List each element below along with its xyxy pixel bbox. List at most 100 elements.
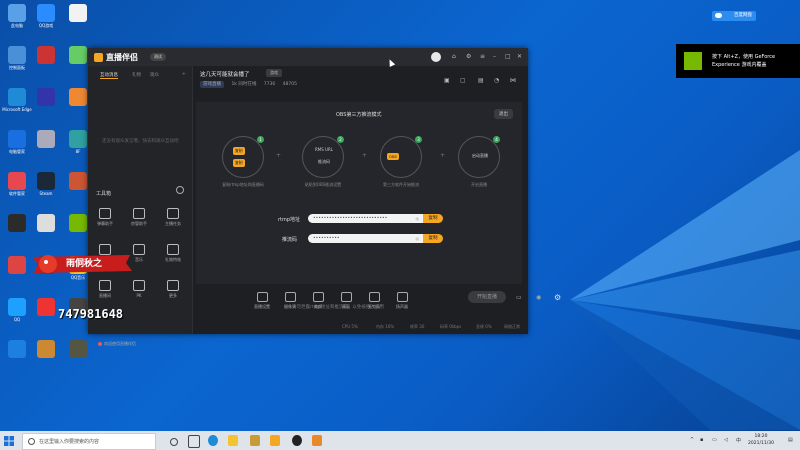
desktop-icon[interactable]: QQ游戏	[31, 4, 61, 28]
volume-icon[interactable]: ◁	[724, 437, 728, 443]
desktop-icon[interactable]	[2, 256, 32, 275]
ime-icon[interactable]: 中	[736, 437, 741, 444]
clock[interactable]: 18:20 2021/11/30	[748, 433, 774, 447]
nvidia-line-2: Experience 游戏内覆盖	[712, 62, 767, 68]
toolbar-item[interactable]: 麦克风	[360, 292, 388, 310]
doc-icon[interactable]: ▤	[478, 77, 484, 84]
settings-icon[interactable]: ⚙	[466, 53, 471, 60]
tray-app-icon[interactable]: ▪	[700, 437, 703, 443]
toolbox-item[interactable]: 礼物特效	[158, 244, 188, 263]
status-bitrate: 码率 0kbps	[440, 324, 462, 329]
app-pinned-icon[interactable]	[312, 435, 322, 446]
tool-label: 弹幕助手	[97, 221, 113, 226]
bell-icon[interactable]: ◔	[494, 77, 499, 84]
toolbar-item[interactable]: 摄像头	[276, 292, 304, 310]
gear-icon[interactable]: ⚙	[554, 293, 561, 302]
toolbar-item[interactable]: 扬声器	[388, 292, 416, 310]
toolbox-item[interactable]: 更多	[158, 280, 188, 299]
toolbox-item[interactable]: 房管助手	[124, 208, 154, 227]
desktop-icon[interactable]	[31, 340, 61, 359]
tab-audience[interactable]: 观众	[150, 72, 159, 78]
tool-icon	[133, 280, 145, 291]
toolbar-icon	[396, 292, 408, 302]
share-icon[interactable]: ⋈	[510, 77, 516, 84]
desktop-icon-label: 电脑管家	[9, 149, 25, 154]
close-icon[interactable]: ✕	[517, 53, 522, 60]
windows-start-icon[interactable]	[4, 436, 14, 446]
tab-gifts[interactable]: 礼物	[132, 72, 141, 78]
toolbar-label: 扬声器	[396, 304, 408, 309]
collapse-icon[interactable]	[176, 186, 184, 194]
tab-chat[interactable]: 互动消息	[100, 72, 118, 79]
menu-icon[interactable]: ≡	[480, 53, 485, 60]
rtmp-field[interactable]: •••••••••••••••••••••••••••• ◎	[308, 214, 423, 223]
desktop-icon[interactable]: 此电脑	[2, 4, 32, 28]
plus-icon: +	[276, 152, 282, 159]
desktop-icon[interactable]	[31, 130, 61, 149]
category-badge[interactable]: 游戏直播	[200, 81, 224, 88]
app-logo: 直播伴侣	[94, 52, 138, 63]
notification-icon[interactable]: ▤	[788, 437, 793, 443]
app-icon	[69, 46, 87, 64]
eye-icon[interactable]: ◉	[536, 294, 541, 301]
room-tag[interactable]: 游戏	[266, 69, 282, 77]
chat-empty-hint: 还没有观众发言哦，快去和观众互动吧	[102, 139, 179, 144]
maximize-icon[interactable]: □	[505, 53, 511, 60]
toolbox-item[interactable]: 弹幕助手	[90, 208, 120, 227]
taskbar-search[interactable]: 在这里输入你要搜索的内容	[22, 433, 156, 450]
desktop-icon[interactable]	[63, 340, 93, 359]
toolbox-item[interactable]: PK	[124, 280, 154, 298]
desktop-icon[interactable]	[63, 4, 93, 23]
desktop-icon[interactable]: QQ	[2, 298, 32, 322]
start-live-button[interactable]: 开始直播	[468, 291, 506, 303]
desktop-icon[interactable]: 软件管家	[2, 172, 32, 196]
app-pinned-icon[interactable]	[292, 435, 302, 446]
desktop-icon[interactable]	[31, 88, 61, 107]
toolbar-item[interactable]: 画面	[332, 292, 360, 310]
desktop-icon-label: Steam	[39, 191, 53, 196]
rtmp-label: rtmp地址	[278, 217, 301, 223]
eye-icon[interactable]: ◎	[416, 214, 420, 223]
add-icon[interactable]: +	[182, 72, 186, 77]
edge-icon[interactable]	[208, 435, 218, 446]
app-icon	[69, 340, 87, 358]
app-pinned-icon[interactable]	[250, 435, 260, 446]
desktop-icon[interactable]	[31, 214, 61, 233]
toolbar-item[interactable]: 直播设置	[248, 292, 276, 310]
minimize-icon[interactable]: –	[493, 53, 496, 60]
eye-icon[interactable]: ◎	[416, 234, 420, 243]
desktop-icon[interactable]	[31, 298, 61, 317]
streaming-app-icon[interactable]	[270, 435, 280, 446]
desktop-icon[interactable]: Steam	[31, 172, 61, 196]
desktop-icon[interactable]	[2, 340, 32, 359]
desktop-icon[interactable]	[2, 214, 32, 233]
gift-icon[interactable]: ▣	[444, 77, 450, 84]
tray-chevron-icon[interactable]: ^	[690, 437, 694, 443]
stream-code-field[interactable]: •••••••••• ◎	[308, 234, 423, 243]
toolbar-item[interactable]: 美颜	[304, 292, 332, 310]
desktop-icon[interactable]: Microsoft Edge	[2, 88, 32, 112]
desktop-icon[interactable]	[31, 46, 61, 65]
avatar[interactable]	[431, 52, 441, 62]
toolbox-item[interactable]: 主播任务	[158, 208, 188, 227]
step-number: 4	[493, 136, 500, 143]
desktop-icon[interactable]: 电脑管家	[2, 130, 32, 154]
step-text: RMS URL	[315, 147, 333, 152]
shirt-icon[interactable]: ⌂	[452, 53, 456, 60]
copy-code-button[interactable]: 复制	[423, 234, 443, 243]
toolbox-item[interactable]: 直播间	[90, 280, 120, 299]
step-text: 启动直播	[472, 153, 488, 158]
desktop-icon[interactable]: 控制面板	[2, 46, 32, 70]
exit-button[interactable]: 退出	[494, 109, 513, 119]
task-view-icon[interactable]	[188, 435, 200, 448]
app-icon	[8, 298, 26, 316]
search-icon	[28, 438, 35, 445]
screen-icon[interactable]: ▭	[516, 294, 522, 301]
nvidia-notification[interactable]: 按下 Alt+Z，使用 GeForce Experience 游戏内覆盖	[676, 44, 800, 78]
lock-icon[interactable]: ▢	[460, 77, 466, 84]
copy-rtmp-button[interactable]: 复制	[423, 214, 443, 223]
step-pill: OBS	[387, 153, 399, 160]
cortana-icon[interactable]	[170, 438, 178, 446]
file-explorer-icon[interactable]	[228, 435, 238, 446]
network-icon[interactable]: ▭	[712, 437, 717, 443]
